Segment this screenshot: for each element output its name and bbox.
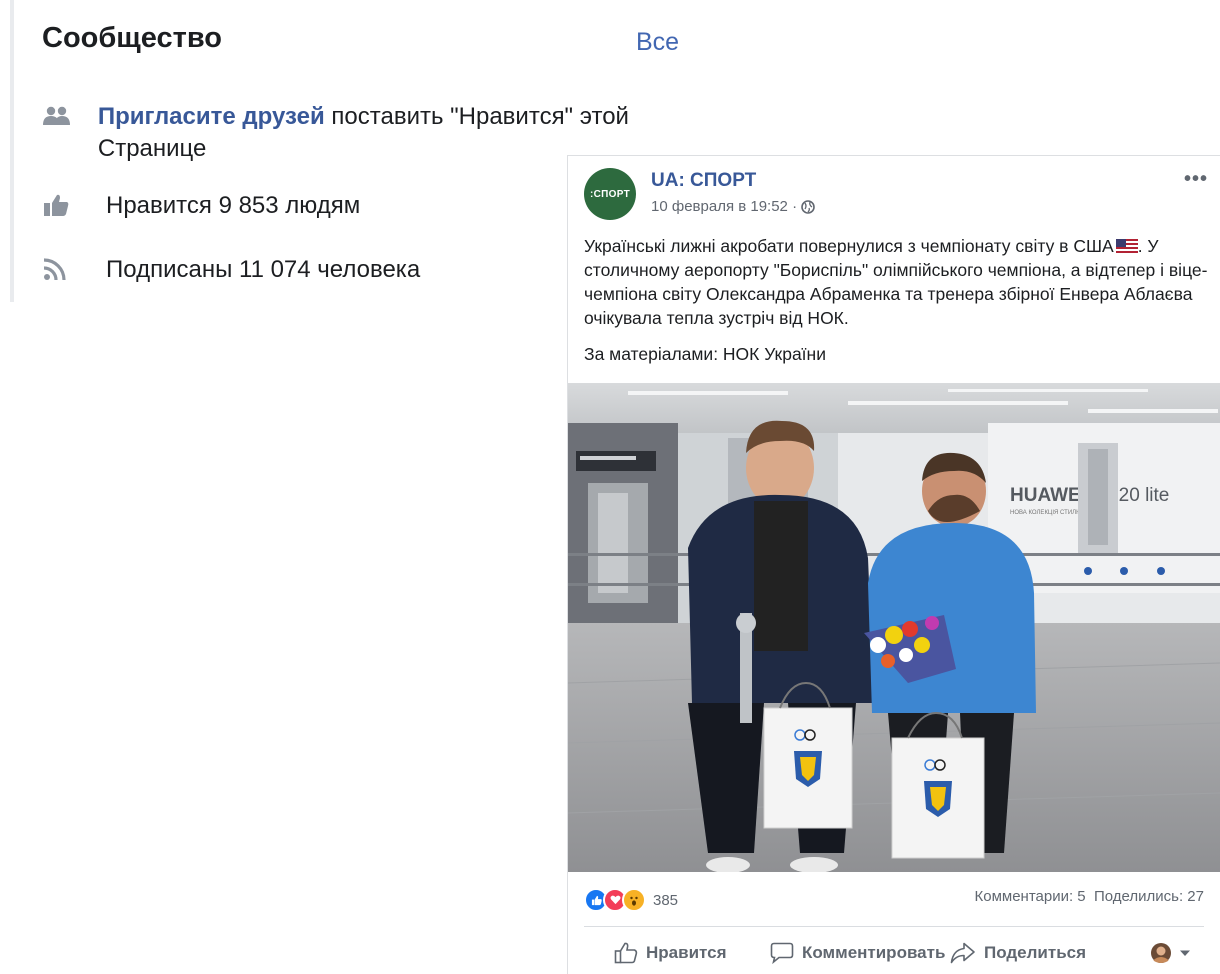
followers-row: Подписаны 11 074 человека: [42, 254, 420, 286]
post-stats: 385 Комментарии: 5 Поделились: 27: [584, 888, 1204, 912]
post-actions: Нравится Комментировать Поделиться: [568, 942, 1220, 972]
post-timestamp[interactable]: 10 февраля в 19:52 ·: [651, 198, 797, 215]
globe-icon: [801, 199, 815, 214]
reaction-count: 385: [653, 891, 679, 909]
post-source: За матеріалами: НОК України: [584, 344, 826, 364]
comments-count-link[interactable]: Комментарии: 5: [975, 888, 1086, 905]
audience-selector[interactable]: [1150, 942, 1190, 964]
see-all-link[interactable]: Все: [636, 28, 679, 57]
rss-feed-icon: [42, 254, 106, 284]
likes-count-text: Нравится 9 853 людям: [106, 192, 361, 219]
like-icon: [614, 942, 638, 964]
wow-reaction-icon: [622, 888, 646, 912]
us-flag-icon: [1115, 239, 1138, 253]
engagement-counts: Комментарии: 5 Поделились: 27: [975, 888, 1205, 905]
like-button-label: Нравится: [646, 943, 727, 962]
post-photo[interactable]: HUAWEI P20 lite НОВА КОЛЕКЦІЯ СТИЛЮ: [568, 383, 1220, 872]
like-button[interactable]: Нравится: [614, 942, 727, 964]
comment-button-label: Комментировать: [802, 943, 946, 962]
invite-friends-icon: [42, 101, 98, 131]
post-meta: 10 февраля в 19:52 ·: [651, 198, 815, 215]
likes-row: Нравится 9 853 людям: [42, 190, 360, 222]
invite-friends-link[interactable]: Пригласите друзей: [98, 103, 325, 130]
comment-icon: [770, 942, 794, 964]
shares-count-link[interactable]: Поделились: 27: [1094, 888, 1204, 905]
chevron-down-icon: [1180, 950, 1190, 956]
stats-divider: [584, 926, 1204, 927]
post-body: Українські лижні акробати повернулися з …: [584, 236, 1208, 328]
panel-divider: [10, 0, 14, 302]
share-button[interactable]: Поделиться: [950, 942, 1086, 964]
post-options-button[interactable]: •••: [1184, 168, 1208, 191]
post-text-line1: Українські лижні акробати повернулися з …: [584, 236, 1114, 256]
page-name-link[interactable]: UA: СПОРТ: [651, 170, 756, 192]
share-button-label: Поделиться: [984, 943, 1087, 962]
thumbs-up-icon: [42, 190, 106, 220]
community-title: Сообщество: [42, 22, 222, 54]
share-icon: [950, 942, 975, 964]
comment-button[interactable]: Комментировать: [770, 942, 945, 964]
reactions-summary[interactable]: 385: [584, 888, 678, 912]
billboard-brand: HUAWEI: [1010, 485, 1086, 506]
user-avatar-icon: [1151, 943, 1171, 963]
post-card: :СПОРТ UA: СПОРТ 10 февраля в 19:52 · ••…: [567, 155, 1220, 974]
billboard-sub: НОВА КОЛЕКЦІЯ СТИЛЮ: [1010, 510, 1082, 516]
page-avatar[interactable]: :СПОРТ: [584, 168, 636, 220]
followers-count-text: Подписаны 11 074 человека: [106, 256, 421, 283]
